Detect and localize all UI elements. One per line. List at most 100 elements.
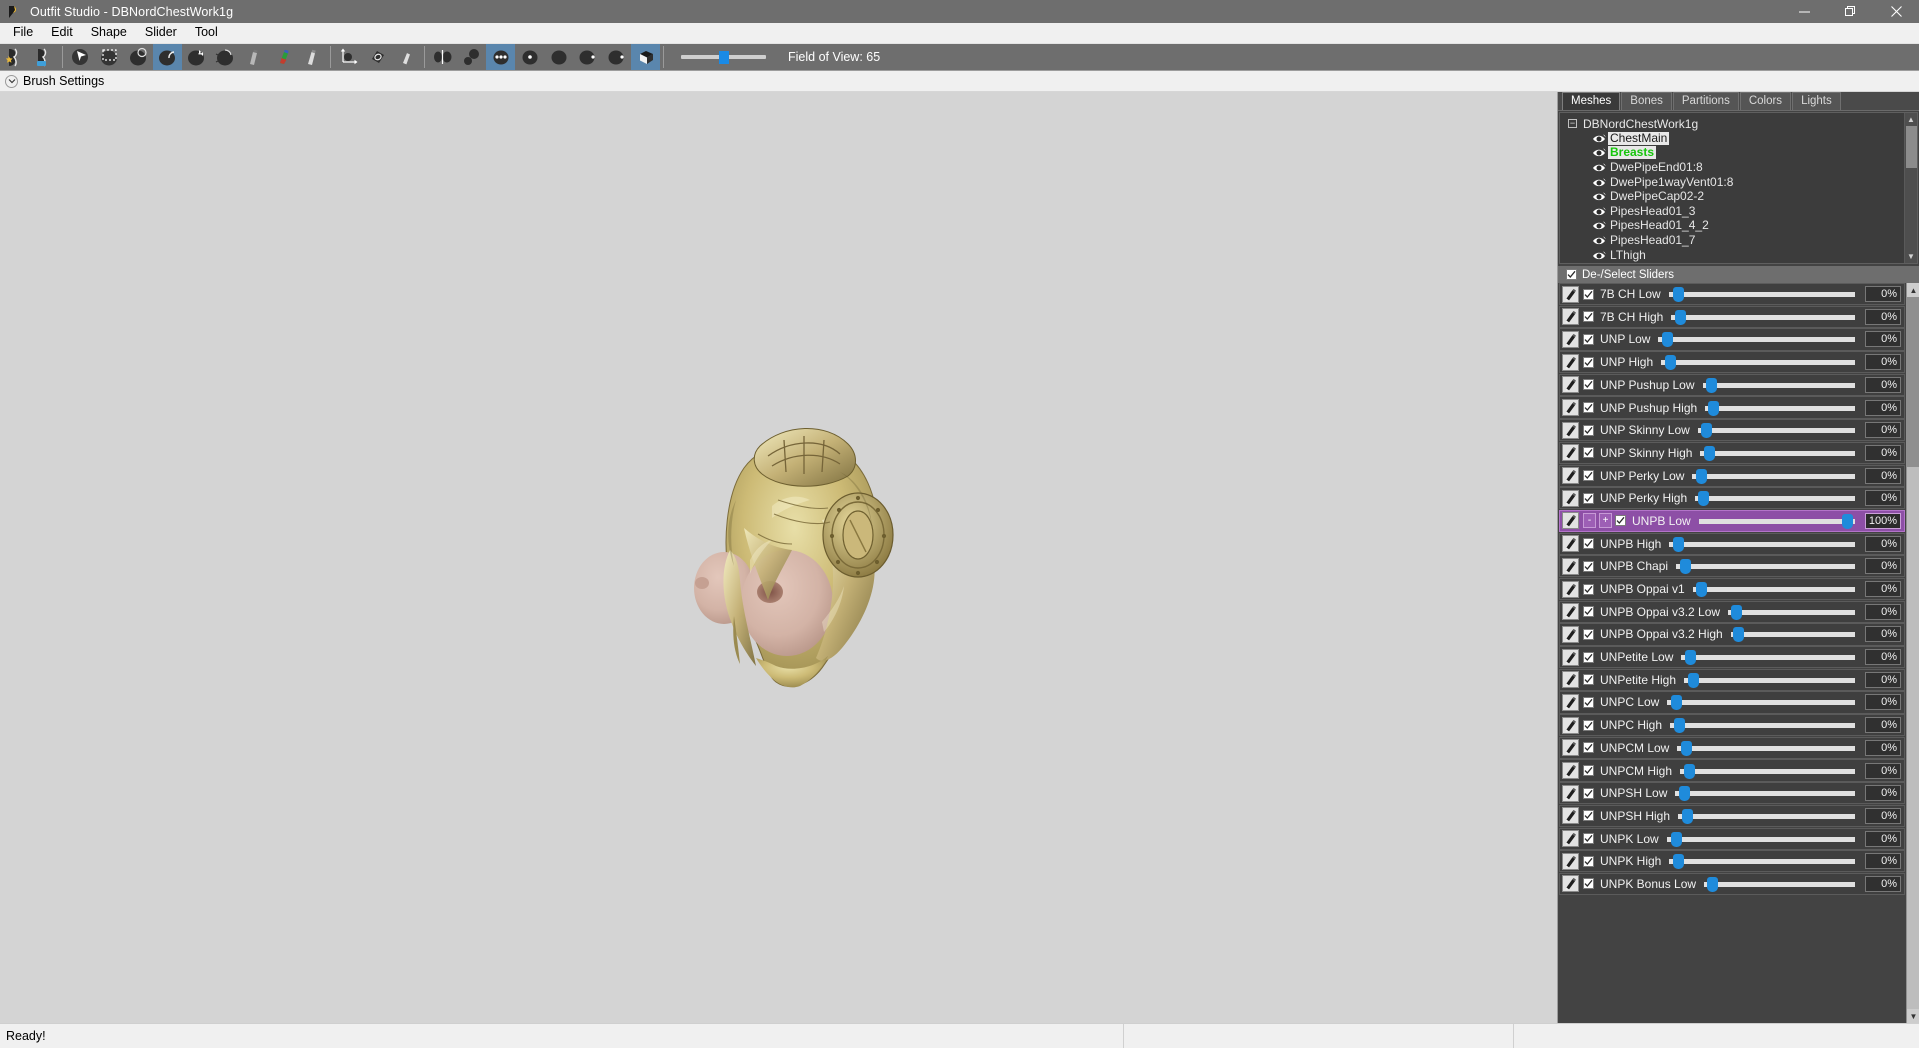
slider-value[interactable]: 0% [1865, 604, 1901, 620]
pencil-edit-icon[interactable] [1562, 853, 1579, 870]
transform-axes-icon[interactable] [334, 44, 363, 70]
slider-scroll-down-icon[interactable]: ▼ [1907, 1009, 1919, 1023]
slider-control[interactable] [1681, 647, 1859, 667]
tab-lights[interactable]: Lights [1792, 92, 1841, 110]
slider-row[interactable]: UNPetite Low0% [1559, 646, 1905, 668]
eraser-icon[interactable] [392, 44, 421, 70]
eye-visibility-icon[interactable] [1592, 220, 1606, 231]
slider-value[interactable]: 0% [1865, 354, 1901, 370]
slider-value[interactable]: 0% [1865, 445, 1901, 461]
slider-control[interactable] [1669, 534, 1859, 554]
slider-control[interactable] [1698, 420, 1859, 440]
slider-row[interactable]: UNPSH Low0% [1559, 782, 1905, 804]
slider-enable-checkbox[interactable] [1583, 652, 1594, 663]
slider-enable-checkbox[interactable] [1583, 357, 1594, 368]
pencil-edit-icon[interactable] [1562, 422, 1579, 439]
slider-decrement-button[interactable]: - [1583, 513, 1596, 528]
slider-handle[interactable] [1688, 673, 1699, 688]
menu-tool[interactable]: Tool [186, 23, 227, 43]
slider-enable-checkbox[interactable] [1583, 584, 1594, 595]
slider-row[interactable]: 7B CH High0% [1559, 306, 1905, 328]
mesh-shape-row[interactable]: DwePipeCap02-2 [1564, 189, 1917, 204]
slider-value[interactable]: 0% [1865, 422, 1901, 438]
menu-edit[interactable]: Edit [42, 23, 82, 43]
smooth-brush-icon[interactable] [211, 44, 240, 70]
slider-control[interactable] [1676, 556, 1859, 576]
3d-viewport[interactable] [0, 92, 1557, 1023]
weight-brush-icon[interactable] [240, 44, 269, 70]
slider-handle[interactable] [1662, 332, 1673, 347]
slider-handle[interactable] [1673, 287, 1684, 302]
split-view-icon[interactable] [428, 44, 457, 70]
tab-partitions[interactable]: Partitions [1673, 92, 1739, 110]
slider-control[interactable] [1684, 670, 1859, 690]
slider-enable-checkbox[interactable] [1583, 629, 1594, 640]
slider-increment-button[interactable]: + [1599, 513, 1612, 528]
eye-visibility-icon[interactable] [1592, 133, 1606, 144]
slider-row[interactable]: UNPB Oppai v3.2 High0% [1559, 623, 1905, 645]
slider-enable-checkbox[interactable] [1583, 788, 1594, 799]
eye-visibility-icon[interactable] [1592, 250, 1606, 261]
slider-value[interactable]: 0% [1865, 876, 1901, 892]
slider-handle[interactable] [1674, 718, 1685, 733]
pencil-edit-icon[interactable] [1562, 875, 1579, 892]
tab-colors[interactable]: Colors [1740, 92, 1791, 110]
tab-bones[interactable]: Bones [1621, 92, 1672, 110]
slider-control[interactable] [1693, 579, 1859, 599]
slider-row[interactable]: UNP Perky High0% [1559, 487, 1905, 509]
slider-value[interactable]: 0% [1865, 377, 1901, 393]
eye-visibility-icon[interactable] [1592, 235, 1606, 246]
slider-value[interactable]: 0% [1865, 331, 1901, 347]
slider-enable-checkbox[interactable] [1583, 561, 1594, 572]
slider-control[interactable] [1670, 715, 1859, 735]
pencil-edit-icon[interactable] [1562, 603, 1579, 620]
slider-handle[interactable] [1733, 627, 1744, 642]
slider-row[interactable]: UNP Pushup High0% [1559, 396, 1905, 418]
slider-row[interactable]: UNPB High0% [1559, 533, 1905, 555]
slider-control[interactable] [1667, 829, 1859, 849]
mesh-tree[interactable]: − DBNordChestWork1g ChestMainBreastsDweP… [1559, 112, 1918, 264]
resize-grip[interactable] [1903, 1024, 1919, 1048]
pencil-edit-icon[interactable] [1562, 762, 1579, 779]
slider-value[interactable]: 0% [1865, 763, 1901, 779]
slider-handle[interactable] [1682, 809, 1693, 824]
slider-row[interactable]: UNP Skinny High0% [1559, 442, 1905, 464]
slider-handle[interactable] [1698, 491, 1709, 506]
eye-visibility-icon[interactable] [1592, 177, 1606, 188]
eye-visibility-icon[interactable] [1592, 162, 1606, 173]
slider-value[interactable]: 0% [1865, 785, 1901, 801]
slider-row[interactable]: UNPCM High0% [1559, 759, 1905, 781]
pencil-edit-icon[interactable] [1562, 354, 1579, 371]
collapse-icon[interactable]: − [1568, 119, 1577, 128]
slider-value[interactable]: 0% [1865, 694, 1901, 710]
move-brush-icon[interactable] [182, 44, 211, 70]
slider-value[interactable]: 0% [1865, 649, 1901, 665]
slider-row[interactable]: UNPK Low0% [1559, 828, 1905, 850]
slider-enable-checkbox[interactable] [1583, 425, 1594, 436]
pencil-edit-icon[interactable] [1562, 581, 1579, 598]
eye-visibility-icon[interactable] [1592, 191, 1606, 202]
scroll-down-icon[interactable]: ▼ [1905, 250, 1918, 263]
pivot-icon[interactable] [363, 44, 392, 70]
field-of-view-slider[interactable] [681, 44, 766, 70]
pencil-edit-icon[interactable] [1562, 671, 1579, 688]
slider-control[interactable] [1671, 307, 1859, 327]
pencil-edit-icon[interactable] [1562, 558, 1579, 575]
slider-row[interactable]: UNPC Low0% [1559, 691, 1905, 713]
vertex-view-icon[interactable] [486, 44, 515, 70]
menu-file[interactable]: File [4, 23, 42, 43]
slider-value[interactable]: 0% [1865, 717, 1901, 733]
slider-handle[interactable] [1671, 832, 1682, 847]
slider-row[interactable]: UNP Perky Low0% [1559, 465, 1905, 487]
slider-control[interactable] [1731, 624, 1859, 644]
wire-view-icon[interactable] [573, 44, 602, 70]
slider-handle[interactable] [1731, 605, 1742, 620]
alpha-brush-icon[interactable] [298, 44, 327, 70]
mesh-shape-row[interactable]: PipesHead01_7 [1564, 233, 1917, 248]
multi-shape-icon[interactable] [457, 44, 486, 70]
slider-control[interactable] [1700, 443, 1859, 463]
brush-settings-bar[interactable]: Brush Settings [0, 71, 1919, 92]
slider-handle[interactable] [1706, 378, 1717, 393]
minimize-button[interactable] [1781, 0, 1827, 23]
slider-row[interactable]: UNPSH High0% [1559, 805, 1905, 827]
